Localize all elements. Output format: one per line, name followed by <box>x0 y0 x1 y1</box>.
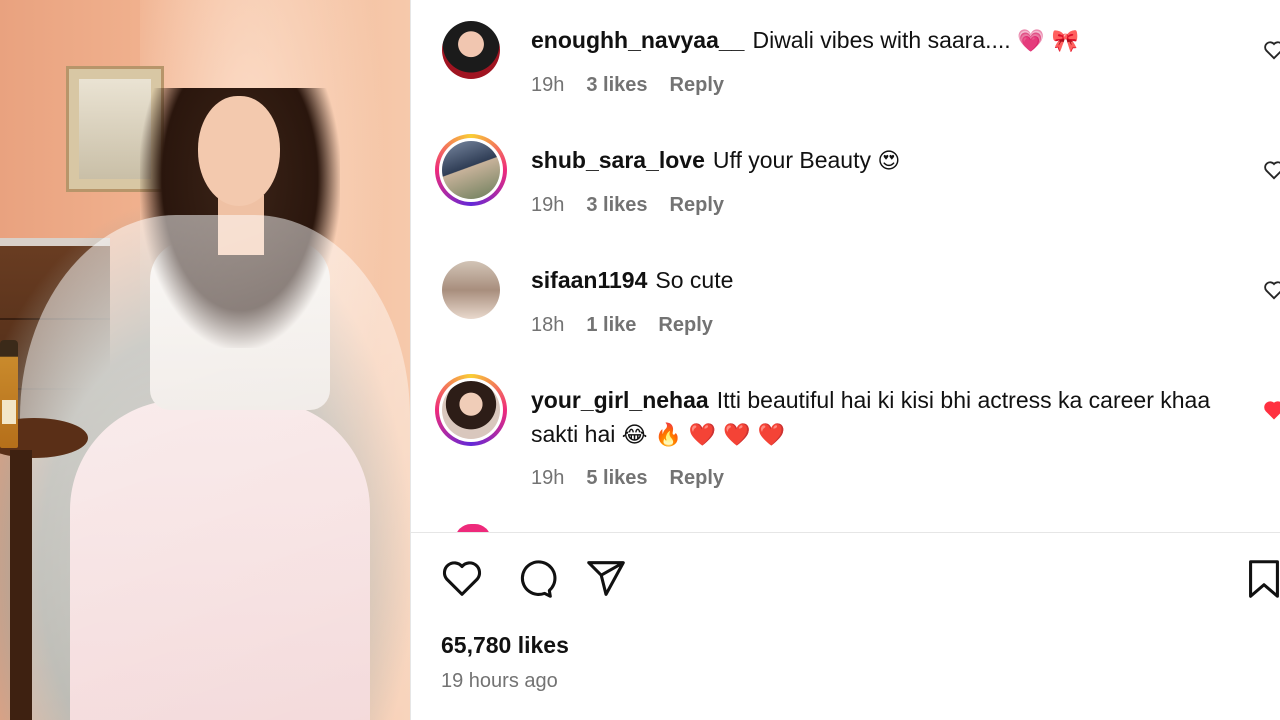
comment-likes[interactable]: 1 like <box>586 313 636 337</box>
reply-button[interactable]: Reply <box>658 313 712 337</box>
lace-veil <box>20 215 410 720</box>
avatar-image <box>442 381 500 439</box>
comment-likes[interactable]: 3 likes <box>586 73 647 97</box>
comment-body: shub_sara_love Uff your Beauty 😍 <box>531 143 1241 179</box>
avatar[interactable] <box>435 134 507 206</box>
comments-panel: enoughh_navyaa__ Diwali vibes with saara.… <box>410 0 1280 720</box>
comment-username[interactable]: shub_sara_love <box>531 147 705 173</box>
table-leg <box>10 450 32 720</box>
avatar[interactable] <box>435 254 507 326</box>
comment-time: 19h <box>531 467 565 489</box>
comments-list[interactable]: enoughh_navyaa__ Diwali vibes with saara.… <box>411 0 1280 532</box>
comment-body: your_girl_nehaa Itti beautiful hai ki kis… <box>531 383 1241 453</box>
avatar[interactable] <box>435 14 507 86</box>
next-comment-avatar-partial <box>455 524 491 532</box>
comment-meta: 19h 3 likes Reply <box>531 193 724 217</box>
paper-plane-icon[interactable] <box>583 556 629 602</box>
comment-emojis: 😍 <box>877 149 901 174</box>
comment-username[interactable]: your_girl_nehaa <box>531 387 709 413</box>
instagram-post-view: enoughh_navyaa__ Diwali vibes with saara.… <box>0 0 1280 720</box>
post-likes-count[interactable]: 65,780 likes <box>441 632 569 659</box>
comment-like-heart-icon[interactable] <box>1263 280 1280 300</box>
reply-button[interactable]: Reply <box>670 73 724 97</box>
comment-emojis: 💗 🎀 <box>1017 29 1079 54</box>
comment-meta: 19h 3 likes Reply <box>531 73 724 97</box>
face <box>198 96 280 206</box>
comment-likes[interactable]: 3 likes <box>586 193 647 217</box>
reply-button[interactable]: Reply <box>670 466 724 490</box>
comment-like-heart-icon[interactable] <box>1263 160 1280 180</box>
bookmark-icon[interactable] <box>1241 556 1280 602</box>
comment-time: 18h <box>531 314 565 336</box>
comment-emojis: 😂 🔥 ❤️ ❤️ ❤️ <box>621 423 786 448</box>
comment-time: 19h <box>531 194 565 216</box>
comment-like-heart-icon[interactable] <box>1263 40 1280 60</box>
avatar-image <box>442 261 500 319</box>
avatar[interactable] <box>435 374 507 446</box>
post-photo[interactable] <box>0 0 410 720</box>
perfume-bottle <box>0 340 18 448</box>
comment-time: 19h <box>531 74 565 96</box>
comment-username[interactable]: sifaan1194 <box>531 267 647 293</box>
comment-liked-heart-icon[interactable] <box>1263 400 1280 420</box>
comment-body: sifaan1194 So cute <box>531 263 1241 297</box>
comment-text: So cute <box>655 267 734 293</box>
speech-bubble-icon[interactable] <box>511 556 557 602</box>
avatar-image <box>442 21 500 79</box>
heart-outline-icon[interactable] <box>439 556 485 602</box>
comment-username[interactable]: enoughh_navyaa__ <box>531 27 744 53</box>
comment-body: enoughh_navyaa__ Diwali vibes with saara.… <box>531 23 1241 59</box>
comment-text: Uff your Beauty <box>712 147 871 173</box>
avatar-image <box>442 141 500 199</box>
comment-likes[interactable]: 5 likes <box>586 466 647 490</box>
divider <box>411 532 1280 533</box>
reply-button[interactable]: Reply <box>670 193 724 217</box>
comment-meta: 18h 1 like Reply <box>531 313 713 337</box>
comment-meta: 19h 5 likes Reply <box>531 466 724 490</box>
post-timestamp[interactable]: 19 hours ago <box>441 670 558 693</box>
comment-text: Diwali vibes with saara.... <box>752 27 1011 53</box>
